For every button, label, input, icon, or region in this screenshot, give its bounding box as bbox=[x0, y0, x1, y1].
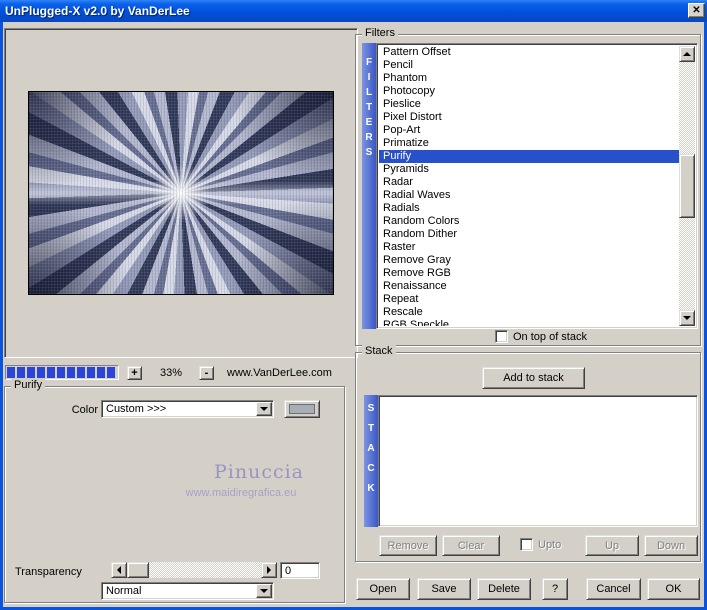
scroll-up-button[interactable] bbox=[679, 46, 695, 62]
filter-item[interactable]: Purify bbox=[379, 150, 679, 163]
delete-button[interactable]: Delete bbox=[477, 578, 531, 600]
filter-item[interactable]: Pencil bbox=[379, 59, 679, 72]
filter-item[interactable]: Remove Gray bbox=[379, 254, 679, 267]
filter-item[interactable]: Phantom bbox=[379, 72, 679, 85]
transparency-value: 0 bbox=[285, 565, 292, 577]
upto-checkbox[interactable] bbox=[520, 538, 533, 551]
filter-item[interactable]: Pieslice bbox=[379, 98, 679, 111]
filter-item[interactable]: Pixel Distort bbox=[379, 111, 679, 124]
zoom-in-button[interactable]: + bbox=[127, 366, 142, 380]
color-swatch bbox=[289, 404, 315, 414]
filters-list: Pattern Offset Pencil Phantom Photocopy Pies… bbox=[379, 46, 679, 326]
arrow-up-icon bbox=[683, 52, 691, 56]
filter-item[interactable]: Remove RGB bbox=[379, 267, 679, 280]
color-dropdown-button[interactable] bbox=[256, 402, 272, 416]
filter-item[interactable]: Pop-Art bbox=[379, 124, 679, 137]
arrow-right-icon bbox=[267, 566, 271, 574]
filter-item[interactable]: Pattern Offset bbox=[379, 46, 679, 59]
add-to-stack-button[interactable]: Add to stack bbox=[482, 367, 585, 389]
down-button[interactable]: Down bbox=[644, 535, 698, 556]
scroll-down-button[interactable] bbox=[679, 310, 695, 326]
chevron-down-icon bbox=[260, 589, 268, 593]
transparency-label: Transparency bbox=[15, 566, 82, 578]
color-mode-value: Custom >>> bbox=[106, 403, 167, 415]
titlebar[interactable]: UnPlugged-X v2.0 by VanDerLee ✕ bbox=[0, 0, 707, 22]
stack-strip: STACK bbox=[364, 395, 378, 527]
purify-panel: Purify Color Custom >>> Pinuccia www.mai… bbox=[4, 379, 345, 603]
color-label: Color bbox=[71, 404, 98, 416]
progress-fill bbox=[7, 367, 117, 378]
window-content: + 33% - www.VanDerLee.com Purify Color C… bbox=[3, 22, 704, 607]
zoom-level: 33% bbox=[159, 367, 183, 379]
filter-item[interactable]: Photocopy bbox=[379, 85, 679, 98]
stack-panel: Stack Add to stack STACK Remove Clear Up… bbox=[355, 345, 701, 562]
on-top-checkbox[interactable] bbox=[495, 330, 508, 343]
stack-list[interactable] bbox=[378, 395, 698, 527]
website-link[interactable]: www.VanDerLee.com bbox=[227, 367, 332, 379]
open-button[interactable]: Open bbox=[356, 578, 410, 600]
chevron-down-icon bbox=[260, 407, 268, 411]
clear-button[interactable]: Clear bbox=[442, 535, 500, 556]
window-title: UnPlugged-X v2.0 by VanDerLee bbox=[5, 4, 190, 18]
filter-item[interactable]: RGB Speckle bbox=[379, 319, 679, 326]
scroll-left-button[interactable] bbox=[111, 562, 127, 578]
filter-item[interactable]: Renaissance bbox=[379, 280, 679, 293]
preview-panel bbox=[4, 28, 358, 358]
purify-legend: Purify bbox=[11, 379, 46, 391]
color-mode-select[interactable]: Custom >>> bbox=[101, 400, 274, 418]
filters-panel: Filters FILTERS Pattern Offset Pencil Phan… bbox=[355, 27, 701, 346]
blend-mode-select[interactable]: Normal bbox=[101, 582, 274, 600]
transparency-scrollbar-thumb[interactable] bbox=[127, 562, 149, 578]
filter-item[interactable]: Radial Waves bbox=[379, 189, 679, 202]
filter-item[interactable]: Repeat bbox=[379, 293, 679, 306]
filters-strip-label: FILTERS bbox=[363, 57, 375, 162]
arrow-left-icon bbox=[117, 566, 121, 574]
watermark-url: www.maidiregrafica.eu bbox=[185, 487, 297, 499]
transparency-input[interactable]: 0 bbox=[280, 562, 320, 579]
watermark-title: Pinuccia bbox=[213, 461, 305, 483]
filters-strip: FILTERS bbox=[362, 43, 376, 329]
plugin-window: UnPlugged-X v2.0 by VanDerLee ✕ + 33% - … bbox=[0, 0, 707, 610]
blend-mode-value: Normal bbox=[106, 585, 142, 597]
on-top-label: On top of stack bbox=[513, 331, 587, 343]
filter-item[interactable]: Pyramids bbox=[379, 163, 679, 176]
filter-item[interactable]: Radar bbox=[379, 176, 679, 189]
arrow-down-icon bbox=[683, 316, 691, 320]
progress-bar bbox=[5, 365, 119, 380]
filters-scrollbar-thumb[interactable] bbox=[679, 154, 695, 218]
close-button[interactable]: ✕ bbox=[688, 3, 705, 18]
filters-listbox: Pattern Offset Pencil Phantom Photocopy Pies… bbox=[376, 43, 698, 329]
up-button[interactable]: Up bbox=[585, 535, 639, 556]
filters-scrollbar[interactable] bbox=[679, 46, 695, 326]
filter-item[interactable]: Random Colors bbox=[379, 215, 679, 228]
close-icon: ✕ bbox=[692, 5, 701, 16]
remove-button[interactable]: Remove bbox=[379, 535, 437, 556]
preview-image[interactable] bbox=[28, 91, 334, 295]
filter-item[interactable]: Radials bbox=[379, 202, 679, 215]
upto-label: Upto bbox=[538, 539, 562, 551]
stack-strip-label: STACK bbox=[365, 403, 377, 503]
ok-button[interactable]: OK bbox=[647, 578, 700, 600]
blend-dropdown-button[interactable] bbox=[256, 584, 272, 598]
transparency-scrollbar[interactable] bbox=[111, 562, 277, 578]
filter-item[interactable]: Rescale bbox=[379, 306, 679, 319]
zoom-out-button[interactable]: - bbox=[199, 366, 214, 380]
filter-item[interactable]: Primatize bbox=[379, 137, 679, 150]
stack-legend: Stack bbox=[362, 345, 396, 357]
scroll-right-button[interactable] bbox=[261, 562, 277, 578]
help-button[interactable]: ? bbox=[542, 578, 568, 600]
save-button[interactable]: Save bbox=[417, 578, 471, 600]
filters-legend: Filters bbox=[362, 27, 398, 39]
filter-item[interactable]: Raster bbox=[379, 241, 679, 254]
cancel-button[interactable]: Cancel bbox=[586, 578, 641, 600]
color-swatch-button[interactable] bbox=[284, 400, 320, 418]
filter-item[interactable]: Random Dither bbox=[379, 228, 679, 241]
